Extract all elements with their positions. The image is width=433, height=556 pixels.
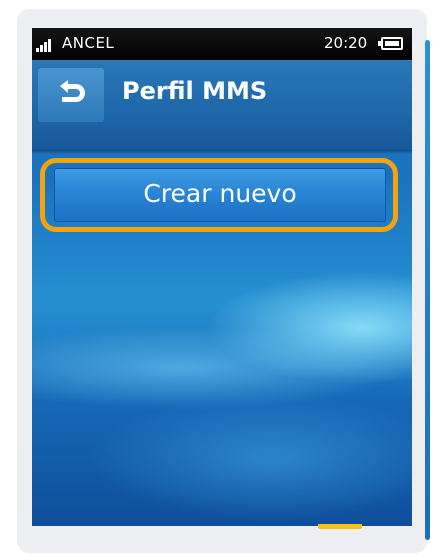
title-bar: Perfil MMS [32, 60, 412, 154]
header-divider [32, 150, 412, 154]
create-new-button[interactable]: Crear nuevo [54, 168, 386, 222]
page-title: Perfil MMS [122, 77, 268, 105]
bottom-tab [318, 524, 362, 529]
signal-bars-icon [36, 36, 56, 52]
back-button[interactable] [38, 68, 104, 122]
battery-icon [378, 37, 403, 50]
clock: 20:20 [324, 34, 368, 52]
phone-screen: ANCEL 20:20 Perfil MMS Crear nuevo [32, 28, 412, 526]
status-bar: ANCEL 20:20 [32, 28, 412, 60]
carrier-name: ANCEL [62, 34, 115, 52]
accent-bar [425, 40, 430, 540]
back-arrow-icon [60, 80, 85, 102]
